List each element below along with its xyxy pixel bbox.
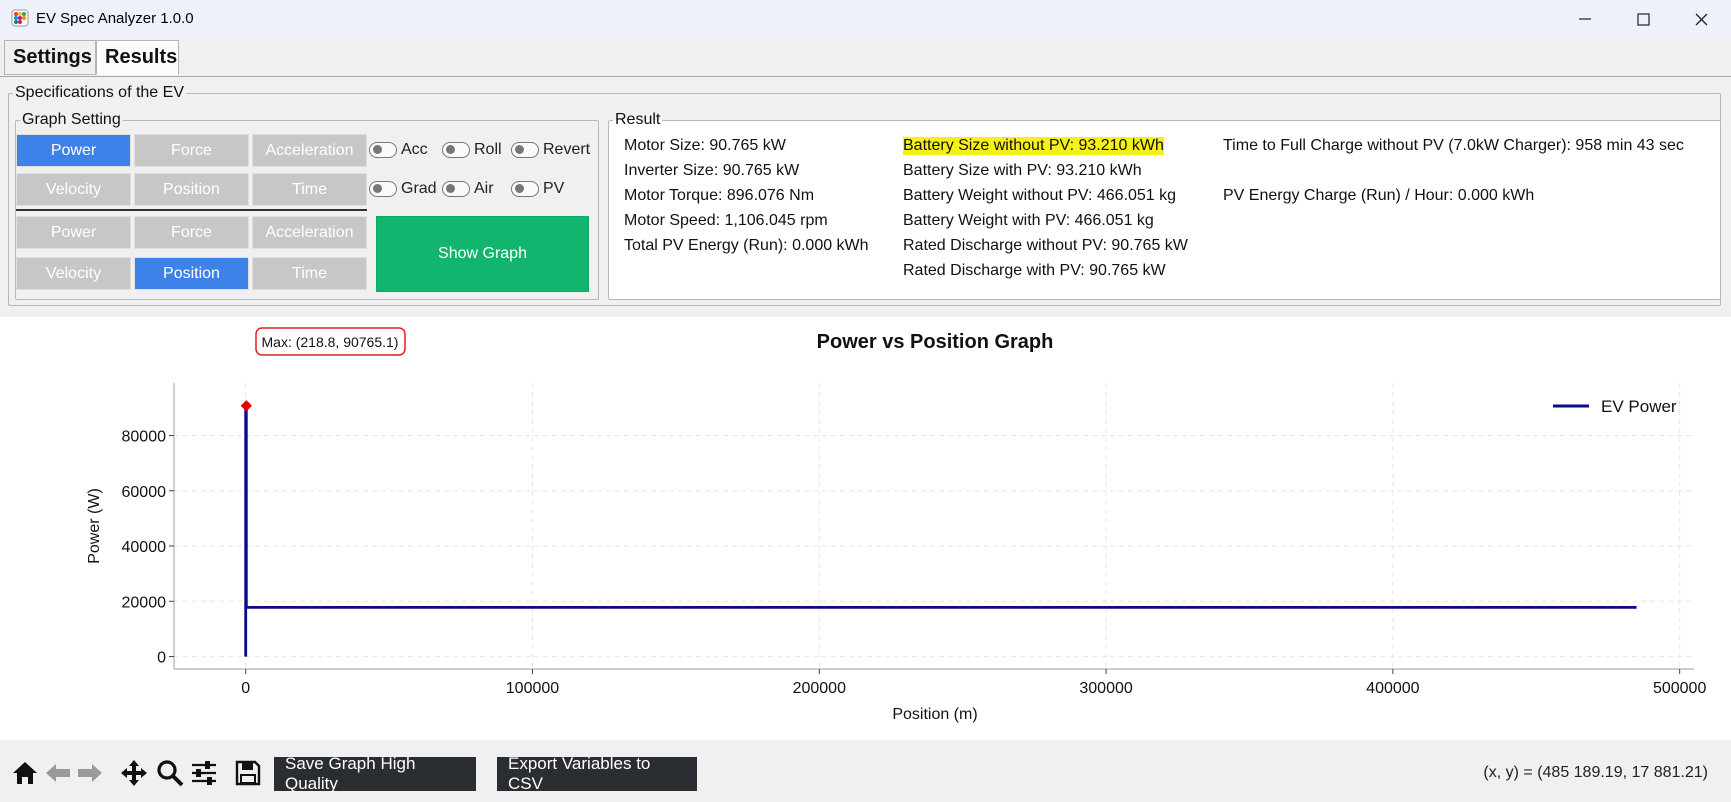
configure-icon[interactable] xyxy=(189,758,219,788)
forward-icon[interactable] xyxy=(75,758,105,788)
pan-icon[interactable] xyxy=(119,758,149,788)
tab-bar xyxy=(0,38,1731,77)
y-time-button[interactable]: Time xyxy=(252,173,367,206)
x-tick-label: 200000 xyxy=(793,680,846,697)
x-axis-label: Position (m) xyxy=(892,706,977,723)
save-icon[interactable] xyxy=(233,758,263,788)
total-pv-energy: Total PV Energy (Run): 0.000 kWh xyxy=(624,237,869,254)
y-velocity-button[interactable]: Velocity xyxy=(16,173,131,206)
legend-label: EV Power xyxy=(1601,397,1677,416)
divider xyxy=(16,209,367,211)
chart-series xyxy=(240,400,1637,657)
toggle-roll[interactable]: Roll xyxy=(442,141,502,159)
switch-icon xyxy=(511,142,539,158)
max-annotation: Max: (218.8, 90765.1) xyxy=(255,327,406,356)
tab-results[interactable]: Results xyxy=(96,40,179,75)
switch-icon xyxy=(369,142,397,158)
switch-icon xyxy=(442,142,470,158)
toggle-acc[interactable]: Acc xyxy=(369,141,428,159)
maximize-icon xyxy=(1636,12,1650,26)
export-csv-button[interactable]: Export Variables to CSV xyxy=(497,754,697,793)
toggle-air-label: Air xyxy=(474,180,494,197)
y-force-button[interactable]: Force xyxy=(134,134,249,167)
minimize-icon xyxy=(1579,18,1591,20)
title-bar xyxy=(0,0,1731,38)
toggle-pv-label: PV xyxy=(543,180,565,197)
window-title: EV Spec Analyzer 1.0.0 xyxy=(36,10,194,27)
rated-discharge-without-pv: Rated Discharge without PV: 90.765 kW xyxy=(903,237,1188,254)
show-graph-button[interactable]: Show Graph xyxy=(376,216,589,292)
toggle-revert[interactable]: Revert xyxy=(511,141,590,159)
battery-size-with-pv: Battery Size with PV: 93.210 kWh xyxy=(903,162,1142,179)
pv-energy-charge-per-hour: PV Energy Charge (Run) / Hour: 0.000 kWh xyxy=(1223,187,1535,204)
switch-icon xyxy=(511,181,539,197)
app-icon xyxy=(11,9,29,27)
toggle-pv[interactable]: PV xyxy=(511,180,564,198)
toggle-acc-label: Acc xyxy=(401,141,428,158)
graph-setting-title: Graph Setting xyxy=(22,111,121,128)
x-tick-label: 300000 xyxy=(1079,680,1132,697)
switch-icon xyxy=(442,181,470,197)
y-acceleration-button[interactable]: Acceleration xyxy=(252,134,367,167)
chart-title: Power vs Position Graph xyxy=(817,331,1054,353)
y-axis-label: Power (W) xyxy=(86,488,103,564)
x-time-button[interactable]: Time xyxy=(252,257,367,290)
max-annotation-text: Max: (218.8, 90765.1) xyxy=(262,334,399,350)
toggle-grad-label: Grad xyxy=(401,180,437,197)
motor-torque: Motor Torque: 896.076 Nm xyxy=(624,187,815,204)
close-icon xyxy=(1695,13,1707,25)
x-tick-label: 400000 xyxy=(1366,680,1419,697)
battery-weight-with-pv: Battery Weight with PV: 466.051 kg xyxy=(903,212,1154,229)
toggle-roll-label: Roll xyxy=(474,141,502,158)
battery-size-without-pv: Battery Size without PV: 93.210 kWh xyxy=(903,137,1164,155)
y-power-button[interactable]: Power xyxy=(16,134,131,167)
y-position-button[interactable]: Position xyxy=(134,173,249,206)
zoom-icon[interactable] xyxy=(155,758,185,788)
rated-discharge-with-pv: Rated Discharge with PV: 90.765 kW xyxy=(903,262,1166,279)
x-acceleration-button[interactable]: Acceleration xyxy=(252,216,367,249)
x-tick-label: 0 xyxy=(241,680,250,697)
power-position-chart[interactable]: Power vs Position Graph 0 100000 200000 300… xyxy=(0,317,1731,740)
y-tick-label: 40000 xyxy=(122,539,167,556)
toggle-revert-label: Revert xyxy=(543,141,591,158)
y-tick-label: 20000 xyxy=(122,594,167,611)
tab-settings[interactable]: Settings xyxy=(4,40,96,75)
cursor-coordinates: (x, y) = (485 189.19, 17 881.21) xyxy=(1483,764,1708,781)
y-tick-label: 0 xyxy=(157,650,166,667)
x-tick-label: 500000 xyxy=(1653,680,1706,697)
chart-grid xyxy=(174,383,1694,669)
x-position-button[interactable]: Position xyxy=(134,257,249,290)
back-icon[interactable] xyxy=(43,758,73,788)
max-point-marker xyxy=(240,400,252,412)
specs-title: Specifications of the EV xyxy=(15,84,184,101)
maximize-button[interactable] xyxy=(1614,0,1672,38)
motor-speed: Motor Speed: 1,106.045 rpm xyxy=(624,212,828,229)
motor-size: Motor Size: 90.765 kW xyxy=(624,137,786,154)
y-tick-label: 60000 xyxy=(122,484,167,501)
x-velocity-button[interactable]: Velocity xyxy=(16,257,131,290)
x-power-button[interactable]: Power xyxy=(16,216,131,249)
chart-legend: EV Power xyxy=(1553,397,1677,416)
battery-weight-without-pv: Battery Weight without PV: 466.051 kg xyxy=(903,187,1177,204)
result-title: Result xyxy=(615,111,661,128)
switch-icon xyxy=(369,181,397,197)
save-graph-hq-button[interactable]: Save Graph High Quality xyxy=(274,754,476,793)
close-button[interactable] xyxy=(1672,0,1730,38)
toggle-grad[interactable]: Grad xyxy=(369,180,437,198)
inverter-size: Inverter Size: 90.765 kW xyxy=(624,162,800,179)
y-tick-label: 80000 xyxy=(122,429,167,446)
time-to-full-charge: Time to Full Charge without PV (7.0kW Ch… xyxy=(1223,137,1684,154)
x-tick-label: 100000 xyxy=(506,680,559,697)
chart-axes xyxy=(173,383,1694,670)
home-icon[interactable] xyxy=(10,758,40,788)
series-line-ev-power xyxy=(244,404,1637,657)
toggle-air[interactable]: Air xyxy=(442,180,494,198)
minimize-button[interactable] xyxy=(1556,0,1614,38)
x-force-button[interactable]: Force xyxy=(134,216,249,249)
